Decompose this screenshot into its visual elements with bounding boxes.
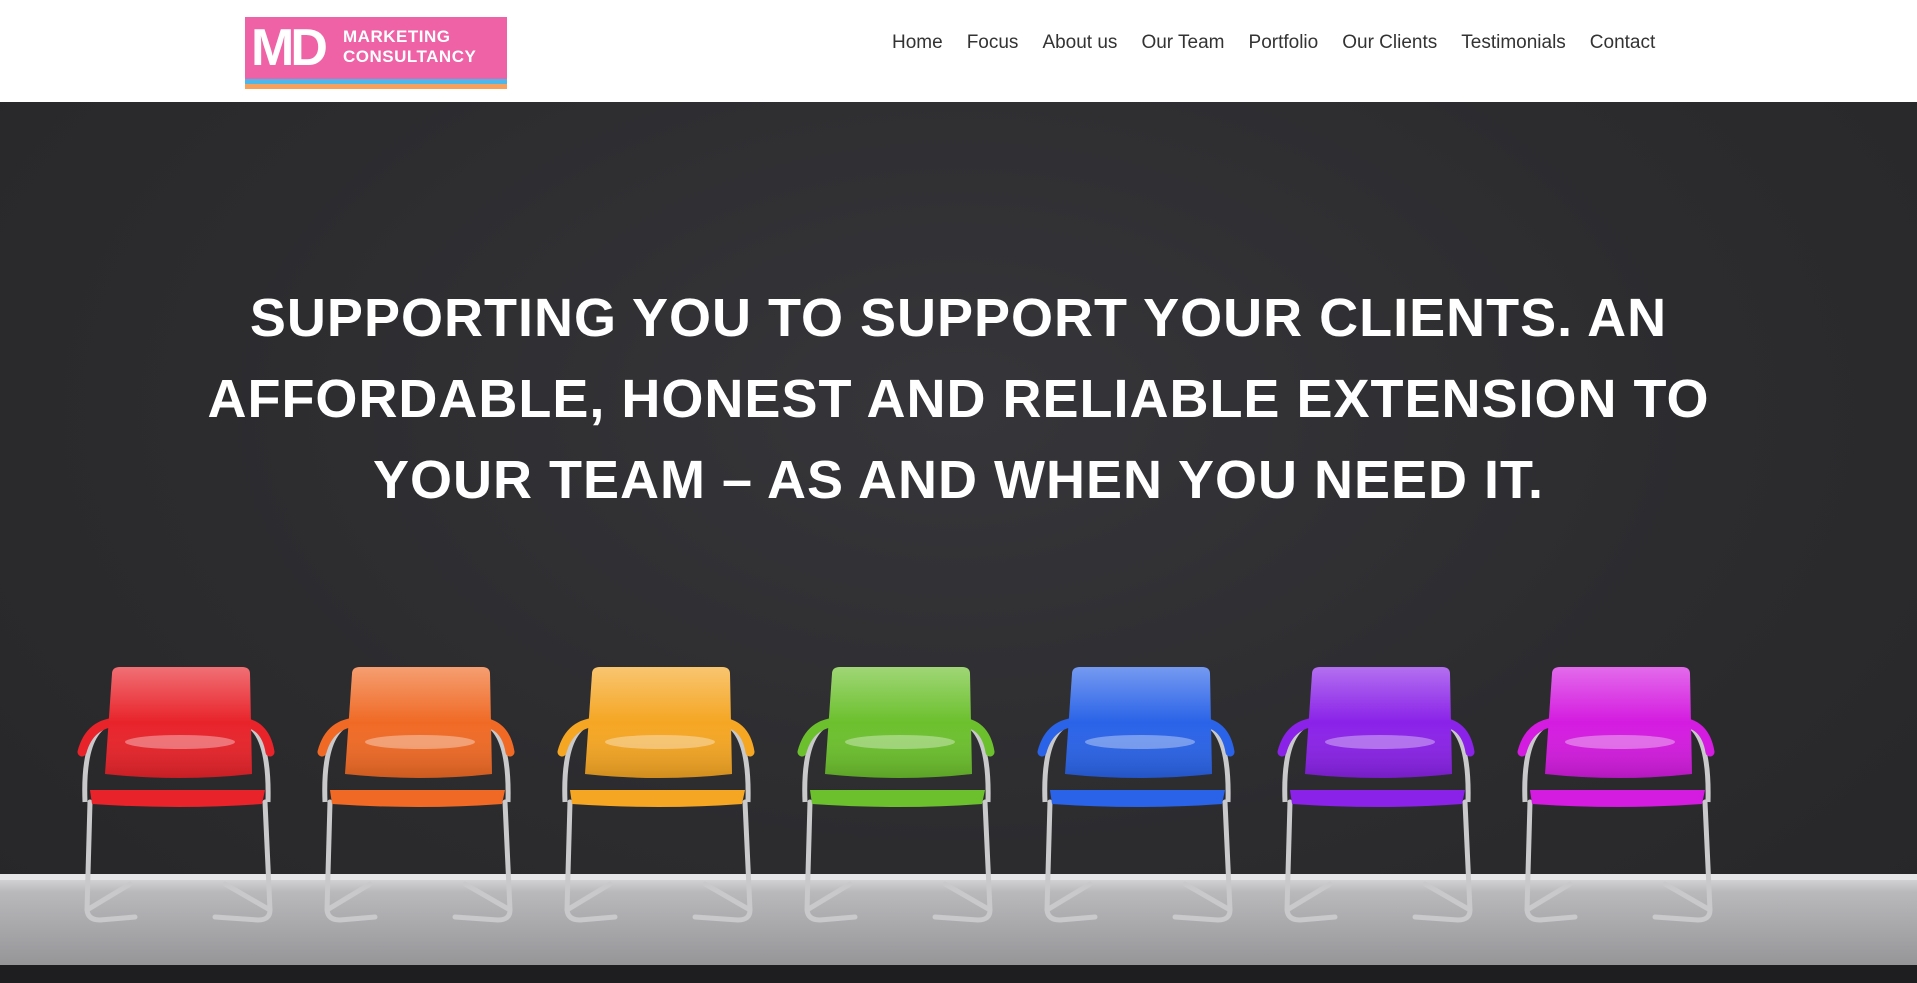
nav-our-team[interactable]: Our Team [1129,30,1236,56]
nav-contact[interactable]: Contact [1578,30,1667,56]
logo-words: MARKETING CONSULTANCY [343,27,476,67]
chairs-illustration [0,667,1917,983]
logo-marketing-text: MARKETING [343,27,451,46]
nav-focus[interactable]: Focus [955,30,1031,56]
nav-our-clients[interactable]: Our Clients [1330,30,1449,56]
logo-stripe-orange [245,84,507,89]
brand-logo[interactable]: MD MARKETING CONSULTANCY [245,17,507,89]
hero-section: SUPPORTING YOU TO SUPPORT YOUR CLIENTS. … [0,102,1917,983]
baseboard [0,874,1917,880]
nav-home[interactable]: Home [880,30,955,56]
nav-about-us[interactable]: About us [1030,30,1129,56]
nav-testimonials[interactable]: Testimonials [1449,30,1578,56]
bottom-strip [0,965,1917,983]
logo-consultancy-text: CONSULTANCY [343,47,477,66]
nav-portfolio[interactable]: Portfolio [1237,30,1331,56]
logo-md-text: MD [251,19,328,77]
hero-headline: SUPPORTING YOU TO SUPPORT YOUR CLIENTS. … [207,288,1710,510]
main-nav: Home Focus About us Our Team Portfolio O… [880,30,1667,56]
site-header: MD MARKETING CONSULTANCY Home Focus Abou… [0,0,1917,102]
logo-pink-block: MD MARKETING CONSULTANCY [245,17,507,79]
